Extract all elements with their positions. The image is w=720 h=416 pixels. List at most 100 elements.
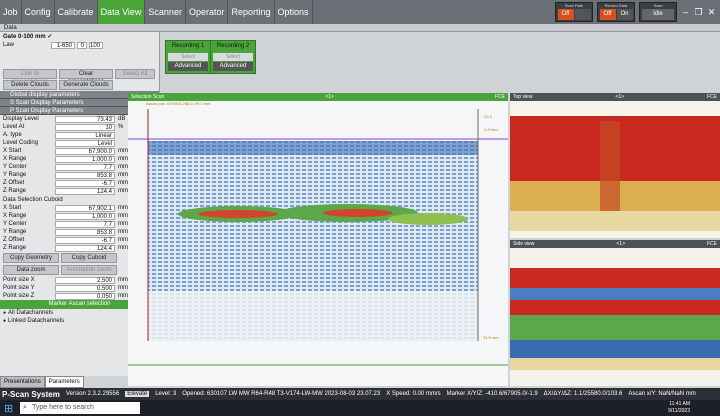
radio-icon[interactable]: ● (3, 318, 6, 324)
point-size-unit: mm (118, 285, 128, 291)
pscan-param-field[interactable]: 73.43 (55, 115, 115, 123)
status-bar: P-Scan System Version 2.3.2.29556 Elevat… (0, 388, 720, 400)
pscan-param-field[interactable]: Level (55, 139, 115, 147)
point-size-unit: mm (118, 293, 128, 299)
elevate-button[interactable]: Elevate (125, 391, 150, 397)
menu-tab-job[interactable]: Job (0, 0, 22, 24)
menu-tab-reporting[interactable]: Reporting (228, 0, 275, 24)
pscan-param-unit: % (118, 124, 124, 130)
close-icon[interactable]: ✕ (707, 7, 716, 17)
clock: 11:41 AM 9/11/2023 (668, 401, 690, 414)
pscan-param-label: X Start (3, 148, 22, 154)
tab-presentations[interactable]: Presentations (0, 376, 45, 388)
pscan-param-label: Y Center (3, 164, 27, 170)
law-b-field[interactable]: 100 (89, 41, 103, 49)
copy-cuboid-button[interactable]: Copy Cuboid (61, 253, 117, 263)
record-data-on[interactable]: On (616, 9, 633, 20)
pscan-param-field[interactable]: 7.7 (55, 163, 115, 171)
selection-scan-image: Ascan pos: 67900.0,288.0,-99.1 mm -19.2 … (128, 101, 508, 386)
menu-tab-config[interactable]: Config (22, 0, 55, 24)
cuboid-param-field[interactable]: 853.8 (55, 228, 115, 236)
windows-start-icon[interactable]: ⊞ (4, 402, 13, 415)
cloud-buttons: Delete Clouds Generate Clouds (0, 79, 159, 91)
law-a-field[interactable]: 0 (77, 41, 87, 49)
pscan-param-field[interactable]: 853.8 (55, 171, 115, 179)
annotation-zoom-button[interactable]: Annotation zoom (61, 265, 117, 275)
generate-clouds-button[interactable]: Generate Clouds (59, 80, 113, 90)
record-data-toggle[interactable]: Record Data Off On (597, 2, 635, 22)
cuboid-param-label: Z Offset (3, 237, 25, 243)
copy-geometry-button[interactable]: Copy Geometry (3, 253, 59, 263)
recording-1-advanced-button[interactable]: Advanced (168, 62, 208, 71)
pscan-param-label: Z Range (3, 188, 27, 194)
tab-parameters[interactable]: Parameters (44, 376, 84, 388)
recording-2-select-button[interactable]: Select (213, 53, 253, 61)
search-icon: ⌕ (23, 404, 27, 411)
recording-1-select-button[interactable]: Select (168, 53, 208, 61)
pscan-param-field[interactable]: Linear (55, 131, 115, 139)
top-view-image (510, 101, 720, 238)
top-right-controls: Scan Path Off Record Data Off On Scan Idl… (555, 0, 720, 24)
pscan-param-label: Level Coding (3, 140, 39, 146)
cuboid-param-field[interactable]: -6.7 (55, 236, 115, 244)
scan-path-on[interactable] (574, 9, 591, 20)
recording-2-panel: Recording 2 Select Advanced (210, 40, 256, 74)
radio-icon[interactable]: ● (3, 310, 6, 316)
side-view-image (510, 248, 720, 386)
pscan-param-field[interactable]: -6.7 (55, 179, 115, 187)
app-window: Job Config Calibrate Data View Scanner Operat… (0, 0, 720, 416)
cuboid-param-unit: mm (118, 229, 128, 235)
selection-scan-view[interactable]: Selection Scan <1> FCE Ascan pos: 67900.0,… (128, 93, 508, 386)
cuboid-param-field[interactable]: 124.4 (55, 244, 115, 252)
top-view[interactable]: Top view <1> FCE (510, 93, 720, 238)
channel-label: Linked Datachannels (8, 318, 65, 324)
law-field[interactable]: 1-650 (51, 41, 75, 49)
pscan-param-unit: mm (118, 188, 128, 194)
minimize-icon[interactable]: – (681, 7, 690, 17)
pscan-param-label: A. type (3, 132, 22, 138)
link-presentations-button[interactable]: Link to presentations (3, 69, 57, 85)
point-size-field[interactable]: 0.050 (55, 292, 115, 300)
cuboid-param-field[interactable]: 7.7 (55, 220, 115, 228)
delete-clouds-button[interactable]: Delete Clouds (3, 80, 57, 90)
level-text: Level: 3 (155, 391, 177, 397)
cuboid-param-field[interactable]: 67,902.1 (55, 204, 115, 212)
cuboid-param-unit: mm (118, 221, 128, 227)
clear-presentations-button[interactable]: Clear presentations (59, 69, 113, 85)
side-view[interactable]: Side view <1> FCE (510, 240, 720, 386)
point-size-field[interactable]: 2.500 (55, 276, 115, 284)
point-size-field[interactable]: 0.500 (55, 284, 115, 292)
pscan-param-field[interactable]: 1,000.0 (55, 155, 115, 163)
select-all-button[interactable]: Select All (115, 69, 155, 79)
opened-file: Opened: 630107 LW MW R64-R48 T3-V174-LW-… (182, 391, 381, 397)
restore-icon[interactable]: ❐ (694, 7, 703, 17)
point-size-unit: mm (118, 277, 128, 283)
taskbar-search-input[interactable]: ⌕ Type here to search (20, 402, 140, 414)
scan-status-value: Idle (642, 9, 674, 20)
recording-2-advanced-button[interactable]: Advanced (213, 62, 253, 71)
point-size-label: Point size X (3, 277, 35, 283)
record-data-off[interactable]: Off (599, 9, 616, 20)
menu-tab-options[interactable]: Options (275, 0, 313, 24)
ascan-xy: Ascan x/Y: NaN/NaN mm (628, 391, 696, 397)
scan-status: Scan Idle (639, 2, 677, 22)
menu-tab-operator[interactable]: Operator (186, 0, 229, 24)
taskbar: ⊞ ⌕ Type here to search 11:41 AM 9/11/202… (0, 400, 720, 416)
pscan-param-field[interactable]: 124.4 (55, 187, 115, 195)
scan-path-off[interactable]: Off (557, 9, 574, 20)
data-zoom-button[interactable]: Data zoom (3, 265, 59, 275)
menu-tab-calibrate[interactable]: Calibrate (55, 0, 98, 24)
delta-xyz: ΔX/ΔY/ΔZ: 1.1/25580.0/103.6 (543, 391, 623, 397)
channel-label: All Datachannels (8, 310, 54, 316)
pscan-param-unit: mm (118, 180, 128, 186)
menu-tab-data-view[interactable]: Data View (97, 0, 146, 24)
readout-bot: 21.9 mm (483, 335, 499, 340)
pscan-param-field[interactable]: 67,900.0 (55, 147, 115, 155)
cuboid-param-unit: mm (118, 213, 128, 219)
cuboid-param-field[interactable]: 1,000.0 (55, 212, 115, 220)
menu-tab-scanner[interactable]: Scanner (145, 0, 186, 24)
marker-xyz: Marker X/Y/Z: -410.6/67905.0/-1.9 (446, 391, 538, 397)
gate-title: Gate 0-100 mm ✓ (3, 34, 53, 40)
scan-path-toggle[interactable]: Scan Path Off (555, 2, 593, 22)
pscan-param-field[interactable]: 10 (55, 123, 115, 131)
